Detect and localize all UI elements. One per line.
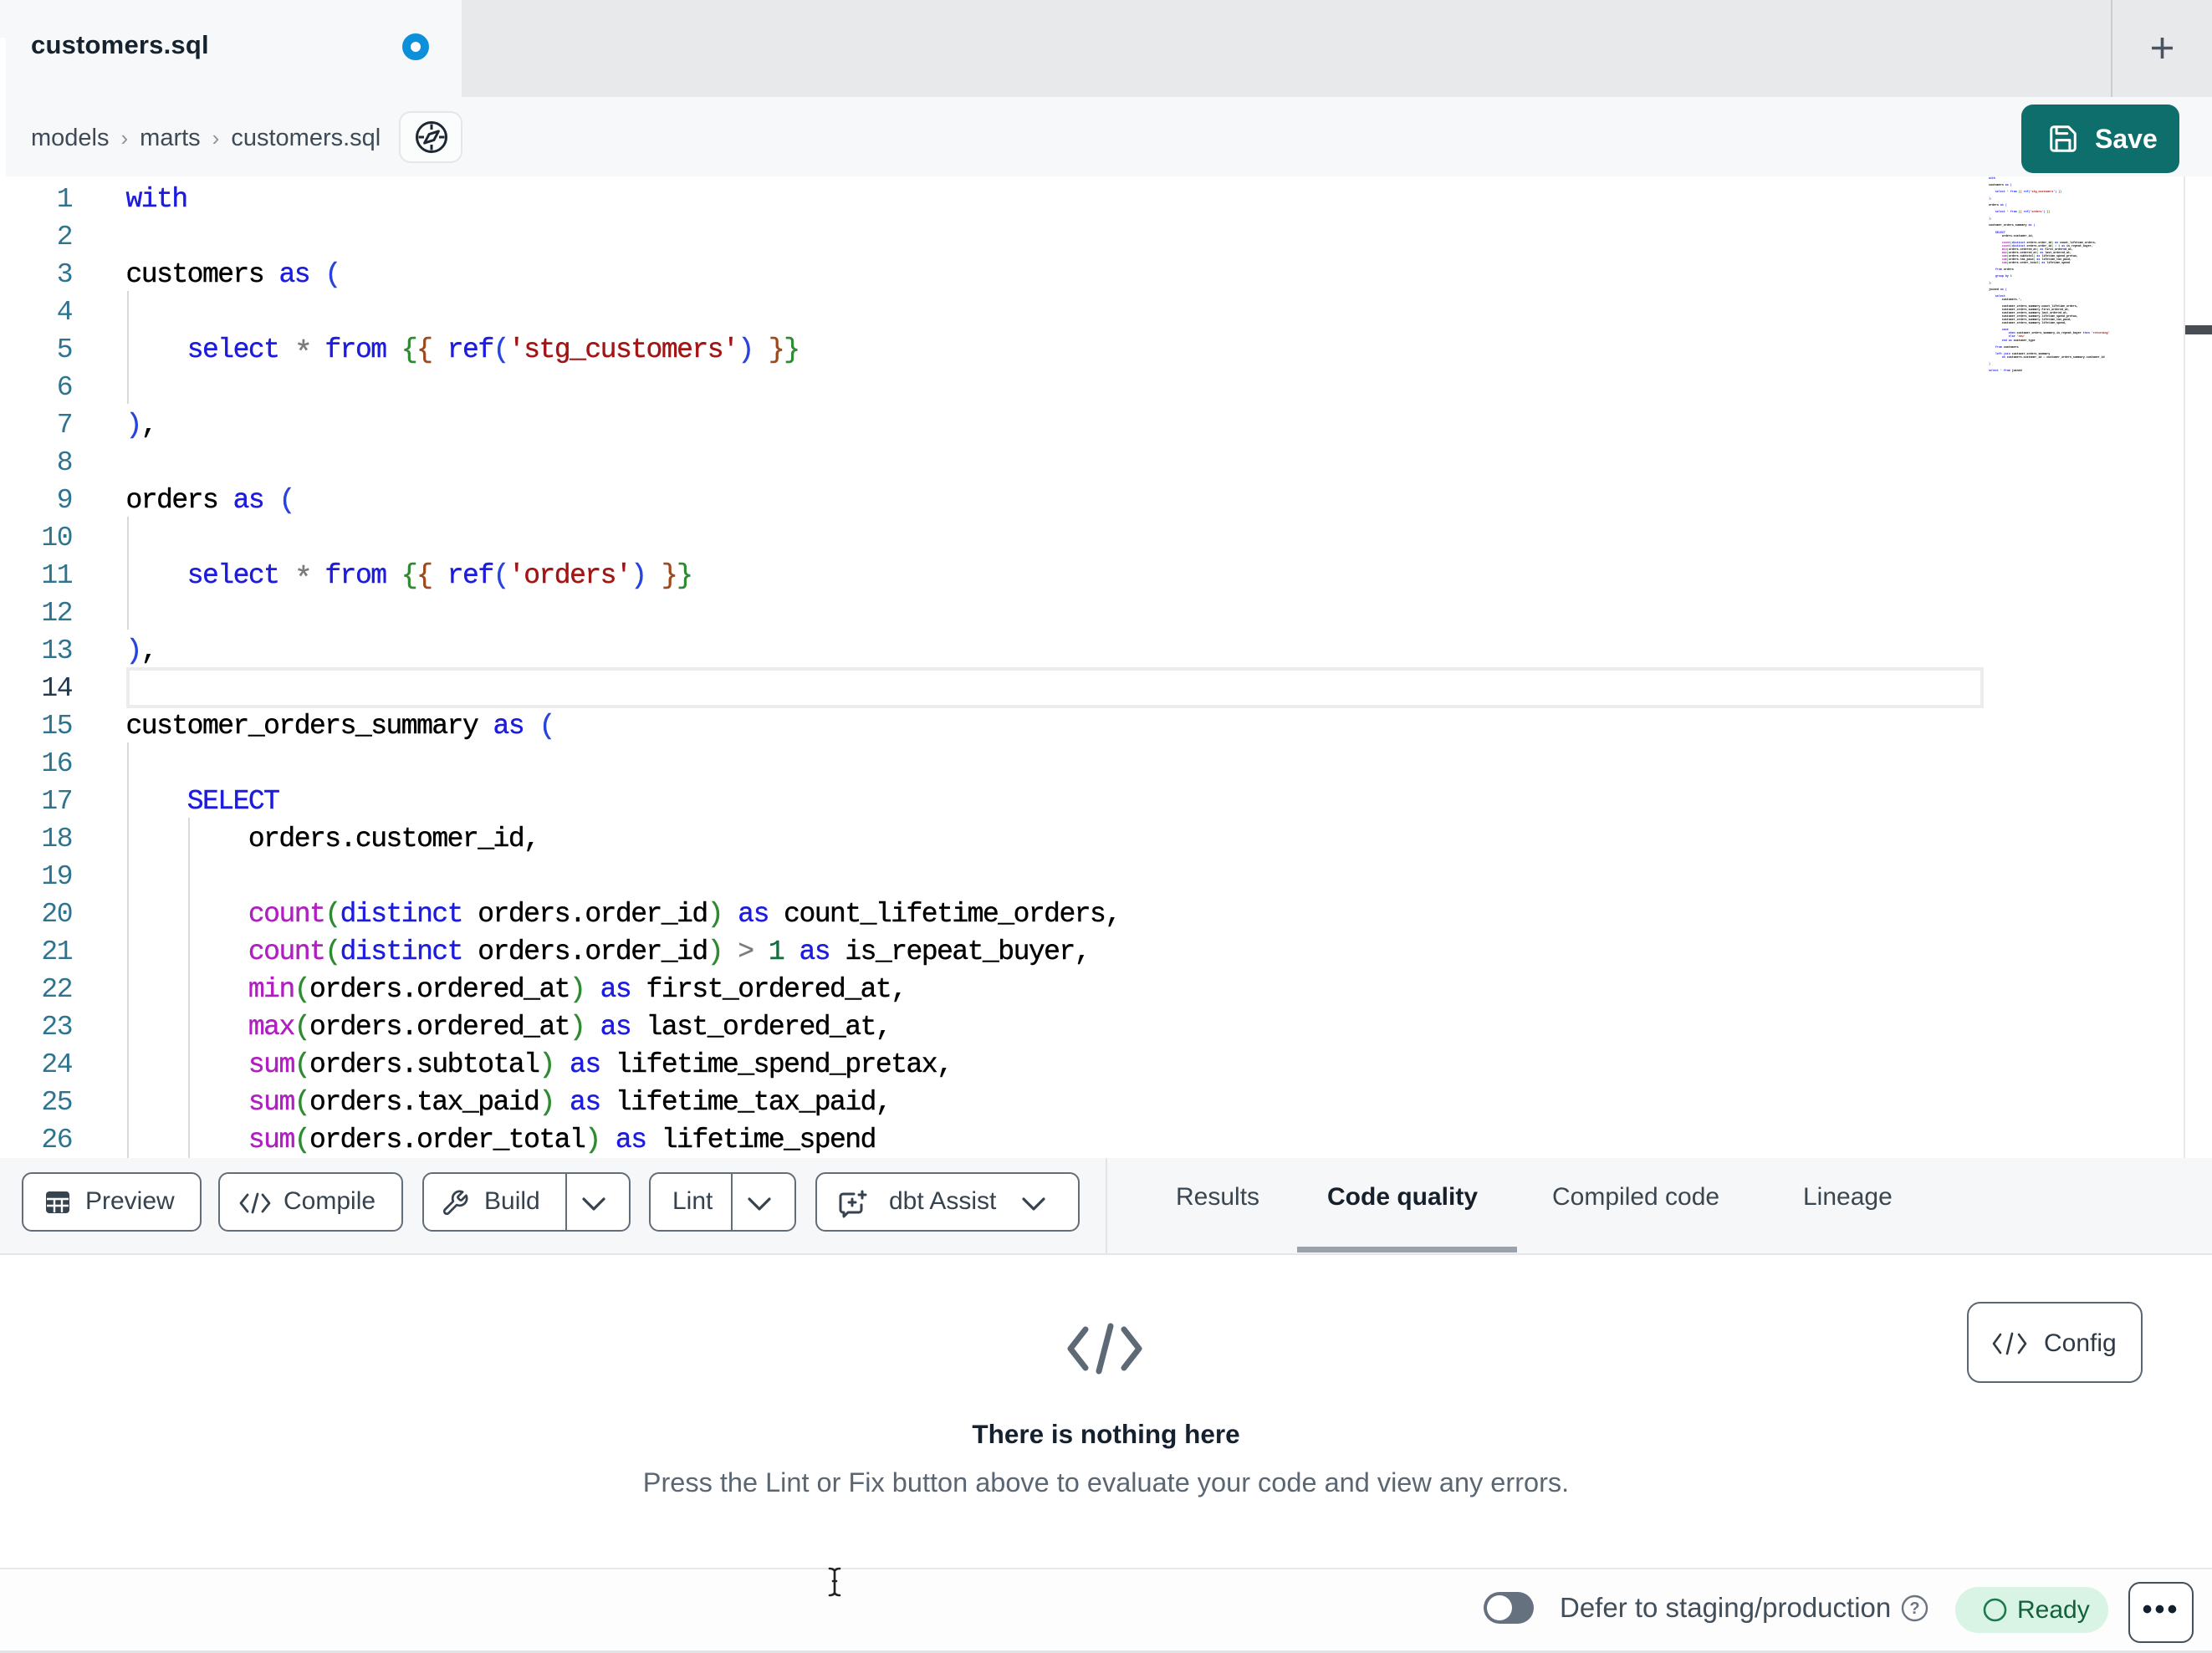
svg-text:?: ? xyxy=(1909,1599,1919,1618)
